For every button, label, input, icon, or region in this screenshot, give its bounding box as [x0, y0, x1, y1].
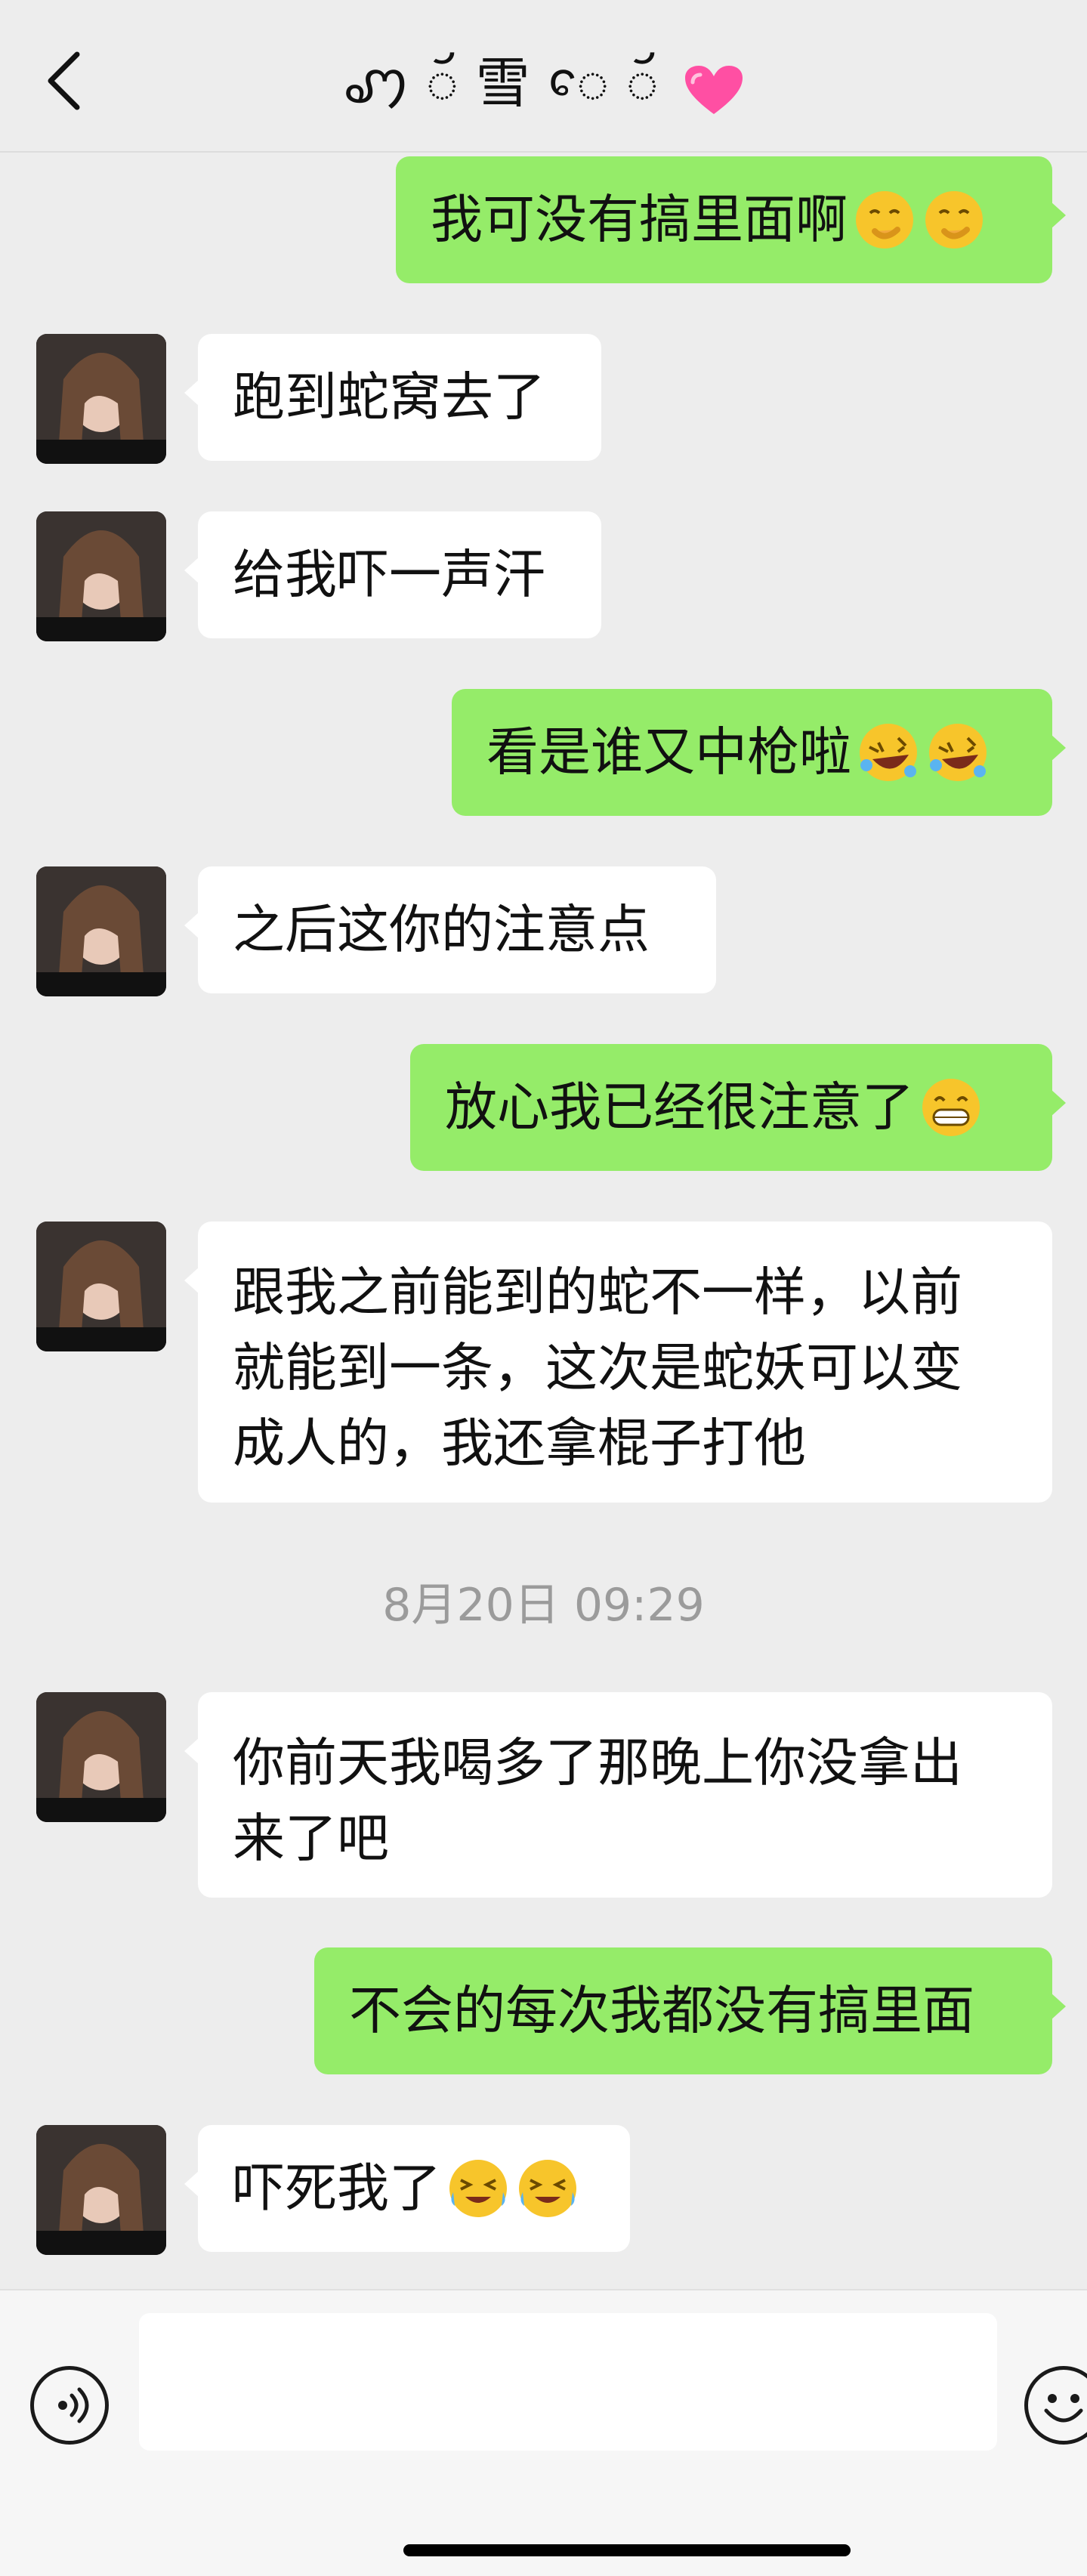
- message-text-line: 跟我之前能到的蛇不一样，以前: [233, 1262, 962, 1323]
- hand-over-mouth-icon: [922, 187, 987, 252]
- voice-input-button[interactable]: [30, 2366, 109, 2445]
- contact-avatar[interactable]: [36, 1222, 166, 1351]
- message-text: 我可没有搞里面啊: [431, 190, 848, 250]
- message-text-line: 成人的，我还拿棍子打他: [233, 1413, 806, 1474]
- contact-avatar[interactable]: [36, 2125, 166, 2255]
- outgoing-message-bubble[interactable]: 不会的每次我都没有搞里面: [314, 1947, 1066, 2074]
- chat-header: ꩇ ◌ꨮ 雪 ꨯ ◌ꨮ: [0, 0, 1087, 153]
- bubble-tail: [184, 557, 199, 584]
- incoming-message-bubble[interactable]: 吓死我了: [184, 2125, 630, 2252]
- incoming-message-bubble[interactable]: 给我吓一声汗: [184, 511, 601, 638]
- bubble-tail: [184, 379, 199, 406]
- chat-title: ꩇ ◌ꨮ 雪 ꨯ ◌ꨮ: [272, 45, 815, 121]
- contact-avatar[interactable]: [36, 511, 166, 641]
- crying-laughing-icon: [446, 2156, 511, 2221]
- emoji-picker-button[interactable]: [1024, 2366, 1087, 2445]
- bubble-tail: [184, 1267, 199, 1294]
- incoming-message-bubble[interactable]: 之后这你的注意点: [184, 866, 716, 993]
- bubble-tail: [1051, 734, 1066, 761]
- rolling-laughing-icon: [856, 720, 921, 785]
- message-timestamp: 8月20日 09:29: [382, 1579, 705, 1632]
- incoming-message-bubble[interactable]: 你前天我喝多了那晚上你没拿出 来了吧: [184, 1692, 1052, 1898]
- incoming-message-bubble[interactable]: 跑到蛇窝去了: [184, 334, 601, 461]
- message-text: 放心我已经很注意了: [445, 1077, 914, 1138]
- contact-avatar[interactable]: [36, 1692, 166, 1822]
- sparkling-heart-icon: [684, 60, 744, 115]
- bubble-tail: [184, 912, 199, 939]
- contact-avatar[interactable]: [36, 334, 166, 464]
- rolling-laughing-icon: [925, 720, 990, 785]
- crying-laughing-icon: [515, 2156, 580, 2221]
- outgoing-message-bubble[interactable]: 看是谁又中枪啦: [452, 689, 1066, 816]
- outgoing-message-bubble[interactable]: 放心我已经很注意了: [410, 1044, 1066, 1171]
- bubble-tail: [184, 1737, 199, 1765]
- message-text-line: 你前天我喝多了那晚上你没拿出: [233, 1733, 962, 1793]
- bubble-tail: [1051, 202, 1066, 229]
- home-indicator[interactable]: [403, 2544, 851, 2556]
- message-input-bar: [0, 2289, 1087, 2576]
- message-text: 不会的每次我都没有搞里面: [349, 1981, 974, 2041]
- chat-title-text: ꩇ ◌ꨮ 雪 ꨯ ◌ꨮ: [343, 51, 659, 115]
- outgoing-message-bubble[interactable]: 我可没有搞里面啊: [396, 156, 1066, 283]
- back-button[interactable]: [39, 47, 92, 115]
- message-text-line: 就能到一条，这次是蛇妖可以变: [233, 1338, 962, 1398]
- bubble-tail: [184, 2170, 199, 2198]
- hand-over-mouth-icon: [852, 187, 917, 252]
- message-text: 看是谁又中枪啦: [486, 722, 851, 783]
- bubble-tail: [1051, 1089, 1066, 1117]
- incoming-message-bubble[interactable]: 跟我之前能到的蛇不一样，以前 就能到一条，这次是蛇妖可以变 成人的，我还拿棍子打…: [184, 1222, 1052, 1503]
- grinning-icon: [919, 1075, 984, 1140]
- bubble-tail: [1051, 1993, 1066, 2020]
- message-text: 之后这你的注意点: [233, 900, 650, 960]
- emoji-picker-icon: [1044, 2394, 1083, 2423]
- message-text-input[interactable]: [139, 2313, 997, 2451]
- message-text: 跑到蛇窝去了: [233, 367, 545, 428]
- chevron-left-icon: [48, 51, 80, 110]
- message-text-line: 来了吧: [233, 1808, 389, 1869]
- message-text: 给我吓一声汗: [233, 545, 545, 605]
- voice-input-icon: [58, 2387, 89, 2423]
- message-text: 吓死我了: [233, 2158, 441, 2219]
- contact-avatar[interactable]: [36, 866, 166, 996]
